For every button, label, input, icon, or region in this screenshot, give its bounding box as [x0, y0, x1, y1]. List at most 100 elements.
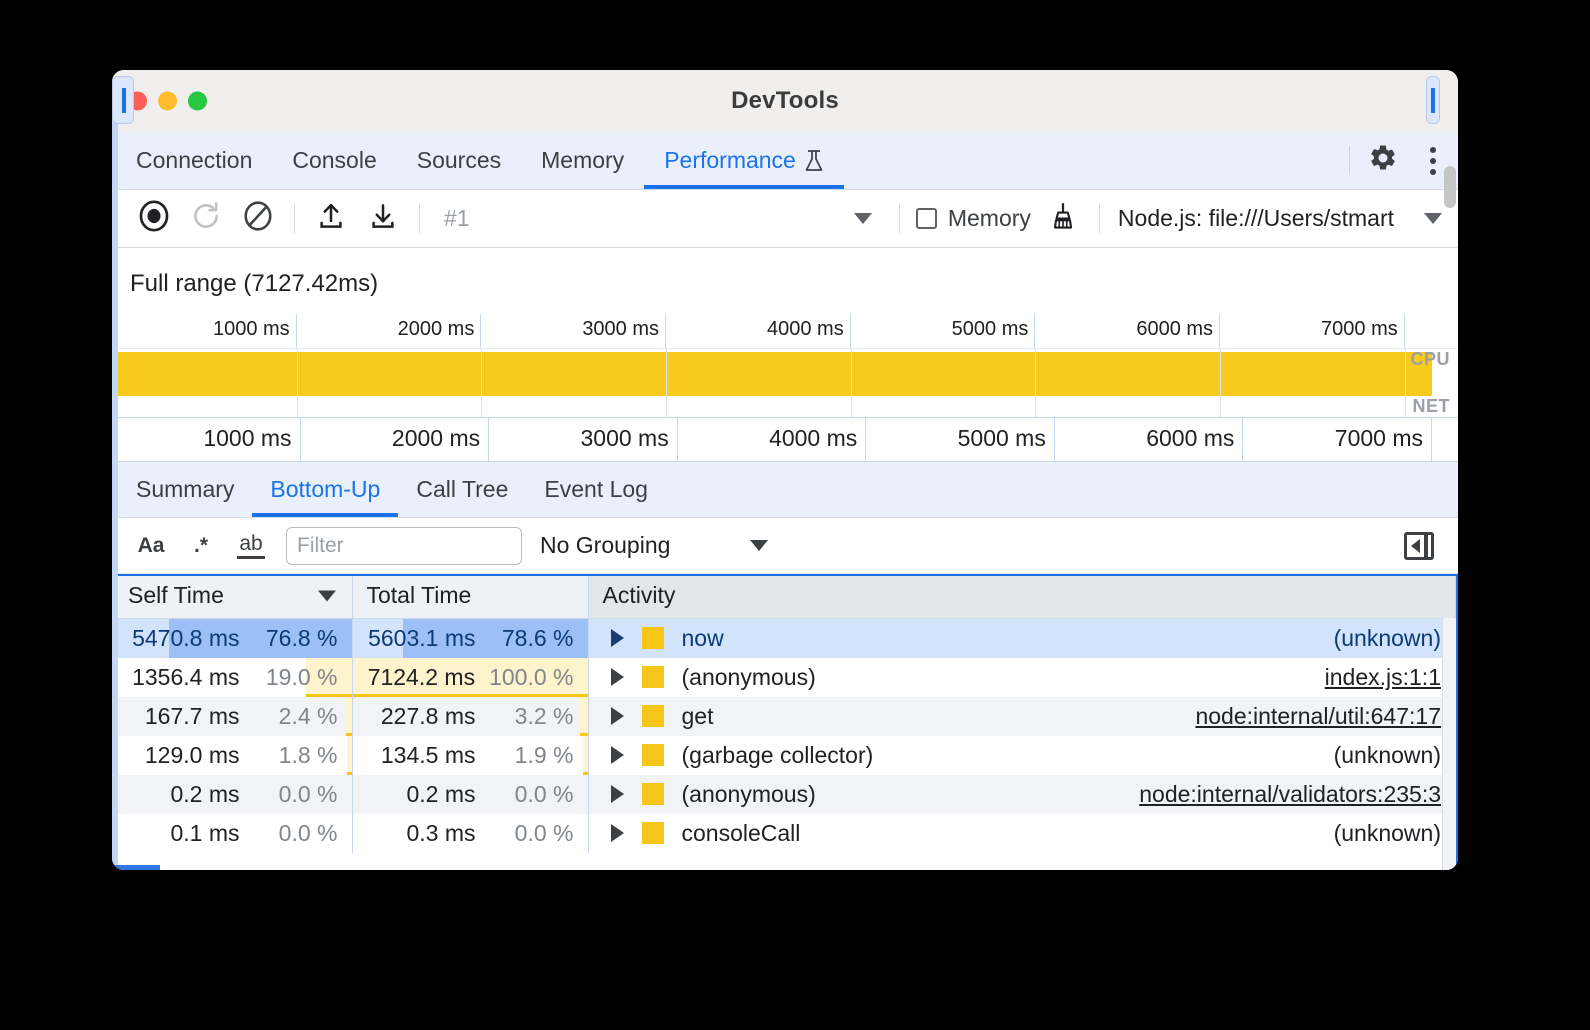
graph-gridline: [1035, 349, 1036, 417]
table-head: Self Time Total Time Activity: [114, 574, 1456, 618]
overview-graphs[interactable]: CPU NET: [112, 348, 1458, 418]
graph-gridline: [297, 349, 298, 417]
tab-bar-divider: [1349, 146, 1350, 175]
selection-handle-right[interactable]: [1426, 76, 1440, 124]
activity-source-link[interactable]: node:internal/validators:235:3: [1129, 781, 1441, 808]
activity-content: consoleCall(unknown): [611, 814, 1442, 853]
activity-color-swatch: [642, 783, 664, 805]
total-time-cell: 7124.2 ms100.0 %: [352, 658, 588, 697]
tab-console[interactable]: Console: [272, 132, 396, 189]
expand-triangle-icon[interactable]: [611, 707, 624, 725]
tab-sources-label: Sources: [417, 147, 501, 174]
tab-sources[interactable]: Sources: [397, 132, 521, 189]
broom-icon: [1048, 201, 1078, 236]
self-time-wrapper: 0.2 ms0.0 %: [114, 775, 352, 814]
take-dropdown-button[interactable]: [837, 197, 889, 241]
tab-event-log[interactable]: Event Log: [526, 462, 666, 517]
table-row[interactable]: 5470.8 ms76.8 %5603.1 ms78.6 %now(unknow…: [114, 618, 1456, 658]
total-time-ms: 134.5 ms: [381, 742, 476, 769]
activity-name: consoleCall: [682, 820, 1324, 847]
regex-button[interactable]: .*: [176, 526, 226, 566]
tab-connection-label: Connection: [136, 147, 252, 174]
total-time-percent: 0.0 %: [490, 820, 574, 847]
grouping-label: No Grouping: [540, 532, 670, 559]
whole-word-icon: ab: [237, 532, 264, 559]
record-button[interactable]: [128, 197, 180, 241]
total-time-cell: 134.5 ms1.9 %: [352, 736, 588, 775]
total-time-cell: 227.8 ms3.2 %: [352, 697, 588, 736]
column-header-total-time-label: Total Time: [367, 582, 472, 608]
activity-source-link[interactable]: node:internal/util:647:17: [1185, 703, 1441, 730]
filter-input[interactable]: [286, 527, 522, 565]
table-row[interactable]: 0.2 ms0.0 %0.2 ms0.0 %(anonymous)node:in…: [114, 775, 1456, 814]
expand-triangle-icon[interactable]: [611, 668, 624, 686]
table-row[interactable]: 0.1 ms0.0 %0.3 ms0.0 %consoleCall(unknow…: [114, 814, 1456, 853]
total-time-ms: 7124.2 ms: [368, 664, 475, 691]
total-time-percent: 3.2 %: [490, 703, 574, 730]
activity-name: now: [682, 625, 1324, 652]
memory-checkbox-row[interactable]: Memory: [910, 205, 1037, 232]
expand-triangle-icon[interactable]: [611, 746, 624, 764]
total-time-ms: 0.3 ms: [406, 820, 475, 847]
column-header-self-time[interactable]: Self Time: [114, 574, 352, 618]
table-scrollbar[interactable]: [1442, 618, 1456, 870]
collect-garbage-button[interactable]: [1037, 197, 1089, 241]
sidebar-toggle-button[interactable]: [1394, 526, 1444, 566]
timeline-overview: Full range (7127.42ms) 1000 ms2000 ms300…: [112, 248, 1458, 462]
reload-button[interactable]: [180, 197, 232, 241]
column-header-activity[interactable]: Activity: [588, 574, 1456, 618]
column-header-total-time[interactable]: Total Time: [352, 574, 588, 618]
whole-word-button[interactable]: ab: [226, 526, 276, 566]
sort-desc-icon: [318, 590, 336, 601]
expand-triangle-icon[interactable]: [611, 785, 624, 803]
column-header-activity-label: Activity: [603, 582, 676, 608]
tab-bottom-up[interactable]: Bottom-Up: [252, 462, 398, 517]
caret-down-icon: [750, 540, 768, 551]
self-time-values: 129.0 ms1.8 %: [114, 736, 352, 775]
activity-source-link[interactable]: index.js:1:1: [1315, 664, 1441, 691]
target-selector[interactable]: Node.js: file:///Users/stmart: [1110, 205, 1442, 232]
expand-triangle-icon[interactable]: [611, 824, 624, 842]
tab-connection[interactable]: Connection: [116, 132, 272, 189]
settings-button[interactable]: [1358, 132, 1408, 189]
activity-color-swatch: [642, 627, 664, 649]
clear-button[interactable]: [232, 197, 284, 241]
load-profile-button[interactable]: [305, 197, 357, 241]
self-time-ms: 167.7 ms: [145, 703, 240, 730]
self-time-cell: 167.7 ms 2.4 %: [114, 697, 352, 736]
table-row[interactable]: 129.0 ms1.8 %134.5 ms1.9 % (garbage colle…: [114, 736, 1456, 775]
table-row[interactable]: 1356.4 ms19.0 %7124.2 ms100.0 %(anonymou…: [114, 658, 1456, 697]
graph-gridline: [1405, 349, 1406, 417]
overview-scrollbar-thumb[interactable]: [1444, 166, 1456, 208]
total-time-wrapper: 5603.1 ms78.6 %: [353, 619, 588, 658]
main-tab-bar: Connection Console Sources Memory Perfor…: [112, 132, 1458, 190]
match-case-button[interactable]: Aa: [126, 526, 176, 566]
tab-performance[interactable]: Performance: [644, 132, 844, 189]
ruler-tick-top: 7000 ms: [112, 314, 1405, 348]
tab-summary[interactable]: Summary: [118, 462, 252, 517]
maximize-button[interactable]: [188, 92, 207, 111]
activity-source-label: (unknown): [1324, 625, 1441, 652]
toolbar-divider-2: [419, 204, 420, 234]
activity-content: (anonymous)index.js:1:1: [611, 658, 1442, 697]
overview-progress-indicator: [112, 865, 160, 870]
save-profile-button[interactable]: [357, 197, 409, 241]
activity-content: now(unknown): [611, 619, 1442, 658]
total-time-values: 134.5 ms1.9 %: [353, 736, 588, 775]
table-focus-ring: [114, 574, 1456, 576]
self-time-cell: 129.0 ms1.8 %: [114, 736, 352, 775]
selection-handle-left[interactable]: [112, 76, 134, 124]
self-time-wrapper: 167.7 ms 2.4 %: [114, 697, 352, 736]
activity-content: (garbage collector)(unknown): [611, 736, 1442, 775]
window-title: DevTools: [112, 87, 1458, 115]
self-time-percent: 1.8 %: [254, 742, 338, 769]
table-row[interactable]: 167.7 ms2.4 %227.8 ms3.2 %getnode:intern…: [114, 697, 1456, 736]
grouping-selector[interactable]: No Grouping: [540, 532, 768, 559]
self-time-percent: 76.8 %: [254, 625, 338, 652]
minimize-button[interactable]: [158, 92, 177, 111]
expand-triangle-icon[interactable]: [611, 629, 624, 647]
tab-memory[interactable]: Memory: [521, 132, 644, 189]
self-time-percent: 2.4 %: [254, 703, 338, 730]
memory-checkbox[interactable]: [916, 208, 937, 229]
tab-call-tree[interactable]: Call Tree: [398, 462, 526, 517]
